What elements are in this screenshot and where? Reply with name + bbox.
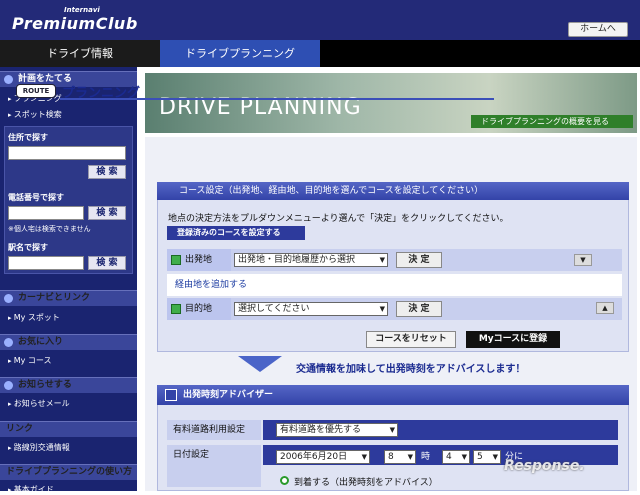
flag-icon xyxy=(171,255,181,265)
toll-label-cell: 有料道路利用設定 xyxy=(167,420,261,440)
sidebar-item-my-course[interactable]: My コース xyxy=(8,355,52,366)
minute-tens-select[interactable]: 4 xyxy=(442,450,470,464)
sidebar-head-notice: お知らせする xyxy=(0,377,137,393)
sidebar-head-carnavi-label: カーナビとリンク xyxy=(18,293,91,303)
arrive-radio-label: 到着する（出発時刻をアドバイス） xyxy=(294,478,438,488)
logo-small-text: Internavi xyxy=(64,6,100,14)
car-icon xyxy=(4,294,13,303)
phone-search-button[interactable]: 検 索 xyxy=(88,206,126,220)
move-up-button[interactable]: ▲ xyxy=(596,302,614,314)
sidebar-item-my-spot[interactable]: My スポット xyxy=(8,312,60,323)
station-search-button[interactable]: 検 索 xyxy=(88,256,126,270)
title-underline xyxy=(60,98,494,100)
move-down-button[interactable]: ▼ xyxy=(574,254,592,266)
chevron-down-icon xyxy=(238,356,282,372)
register-mycourse-button[interactable]: Myコースに登録 xyxy=(466,331,560,348)
station-search-label: 駅名で探す xyxy=(8,243,48,252)
home-button-label: ホームへ xyxy=(580,24,616,34)
hour-unit: 時 xyxy=(421,452,431,462)
sidebar-item-spot-search[interactable]: スポット検索 xyxy=(8,109,62,120)
address-input[interactable] xyxy=(8,146,126,160)
minute-ones-select[interactable]: 5 xyxy=(473,450,501,464)
hour-select[interactable]: 8 xyxy=(384,450,416,464)
sidebar-head-link: リンク xyxy=(0,421,137,437)
departure-advisor-header: 出発時刻アドバイザー xyxy=(157,385,629,405)
origin-label: 出発地 xyxy=(185,255,213,265)
add-waypoint-link[interactable]: 経由地を追加する xyxy=(167,274,622,296)
destination-label-cell: 目的地 xyxy=(167,298,231,320)
drive-planning-banner: DRIVE PLANNING ドライブプランニングの概要を見る xyxy=(145,73,637,133)
flag-icon xyxy=(171,304,181,314)
station-input[interactable] xyxy=(8,256,84,270)
overview-link[interactable]: ドライブプランニングの概要を見る xyxy=(471,115,633,128)
course-settings-header: コース設定（出発地、経由地、目的地を選んでコースを設定してください） xyxy=(157,182,629,200)
tab-drive-info[interactable]: ドライブ情報 xyxy=(0,40,160,67)
arrive-radio[interactable] xyxy=(280,476,289,485)
destination-label: 目的地 xyxy=(185,304,213,314)
origin-label-cell: 出発地 xyxy=(167,249,231,271)
home-button[interactable]: ホームへ xyxy=(568,22,628,37)
sidebar-item-traffic-info[interactable]: 路線別交通情報 xyxy=(8,442,70,453)
sidebar-head-favorites: お気に入り xyxy=(0,334,137,350)
tab-drive-planning[interactable]: ドライブプランニング xyxy=(160,40,320,67)
sidebar-head-notice-label: お知らせする xyxy=(18,380,72,390)
address-search-label: 住所で探す xyxy=(8,133,48,142)
sidebar-item-notice-mail[interactable]: お知らせメール xyxy=(8,398,70,409)
destination-method-select[interactable]: 選択してください xyxy=(234,302,388,316)
phone-input[interactable] xyxy=(8,206,84,220)
phone-note: ※個人宅は検索できません xyxy=(8,225,91,233)
reset-course-button[interactable]: コースをリセット xyxy=(366,331,456,348)
sidebar-head-carnavi: カーナビとリンク xyxy=(0,290,137,306)
traffic-advice-text: 交通情報を加味して出発時刻をアドバイスします！ xyxy=(296,364,526,375)
sidebar-head-favorites-label: お気に入り xyxy=(18,337,64,347)
heart-icon xyxy=(4,338,13,347)
registered-course-button[interactable]: 登録済みのコースを設定する xyxy=(167,226,305,240)
course-description: 地点の決定方法をプルダウンメニューより選んで「決定」をクリックしてください。 xyxy=(168,214,509,224)
route-badge: ROUTE xyxy=(16,84,56,98)
date-label-cell: 日付設定 xyxy=(167,445,261,487)
destination-decide-button[interactable]: 決 定 xyxy=(396,301,442,317)
bell-icon xyxy=(4,381,13,390)
premium-club-logo[interactable]: PremiumClub xyxy=(12,14,138,33)
globe-icon xyxy=(4,75,13,84)
origin-decide-button[interactable]: 決 定 xyxy=(396,252,442,268)
date-select[interactable]: 2006年6月20日 xyxy=(276,450,370,464)
sidebar-head-guide: ドライブプランニングの使い方 xyxy=(0,464,137,480)
clock-icon xyxy=(165,389,177,401)
sidebar-item-basic-guide[interactable]: 基本ガイド xyxy=(8,484,54,495)
origin-method-select[interactable]: 出発地・目的地履歴から選択 xyxy=(234,253,388,267)
toll-select[interactable]: 有料道路を優先する xyxy=(276,423,398,437)
phone-search-label: 電話番号で探す xyxy=(8,193,64,202)
response-watermark: Response. xyxy=(504,458,585,474)
address-search-button[interactable]: 検 索 xyxy=(88,165,126,179)
